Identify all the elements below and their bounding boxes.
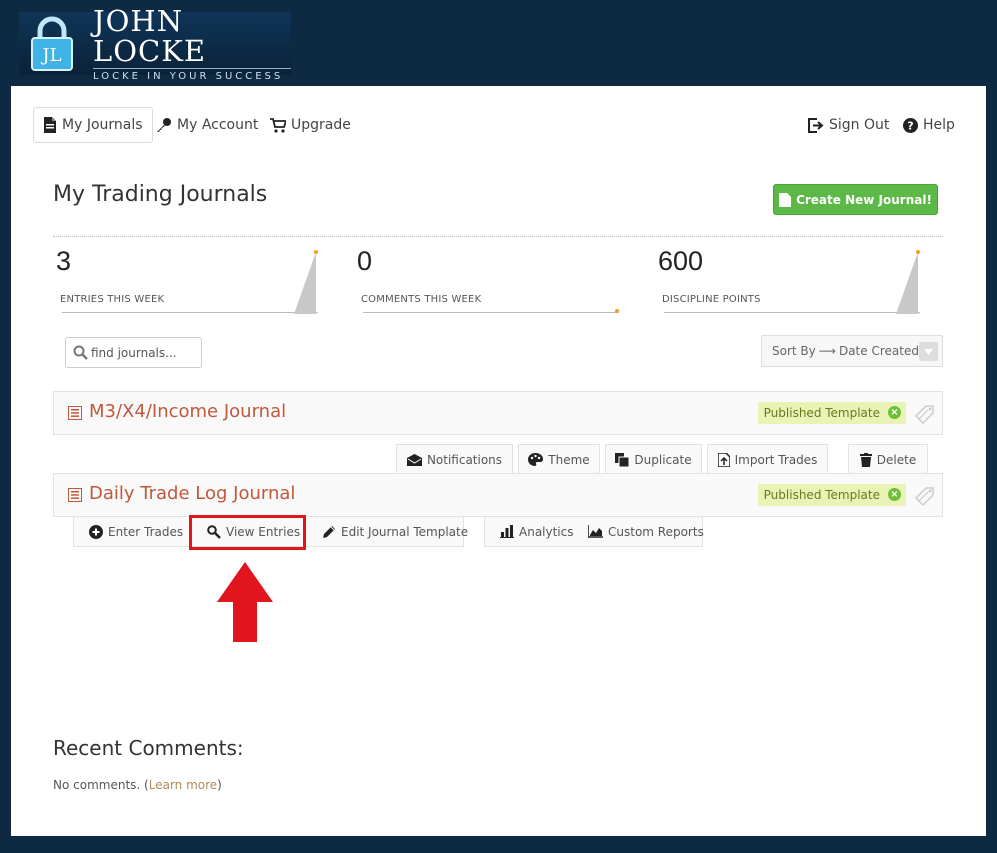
theme-button[interactable]: Theme xyxy=(518,444,600,474)
stat-entries: 3 ENTRIES THIS WEEK xyxy=(56,246,321,314)
padlock-logo-icon: JL xyxy=(23,15,81,73)
new-document-icon xyxy=(779,192,792,207)
stat-label: COMMENTS THIS WEEK xyxy=(361,294,482,305)
journal-row[interactable]: M3/X4/Income Journal Published Template … xyxy=(53,391,943,435)
nav-label: Help xyxy=(923,117,955,133)
palette-icon xyxy=(528,453,544,466)
stat-value: 3 xyxy=(56,246,72,276)
brand-logo[interactable]: JL JOHN LOCKE LOCKE IN YOUR SUCCESS xyxy=(19,6,291,82)
nav-help[interactable]: ? Help xyxy=(894,107,964,143)
delete-button[interactable]: Delete xyxy=(848,444,928,474)
stat-label: DISCIPLINE POINTS xyxy=(662,294,761,305)
view-entries-highlight xyxy=(189,515,306,550)
page-title: My Trading Journals xyxy=(53,182,268,207)
sort-label: Sort By xyxy=(772,344,816,358)
search-input[interactable] xyxy=(91,345,191,360)
brand-tagline: LOCKE IN YOUR SUCCESS xyxy=(93,67,291,82)
svg-text:?: ? xyxy=(907,119,913,132)
duplicate-icon xyxy=(615,452,630,467)
notifications-button[interactable]: Notifications xyxy=(396,444,513,474)
enter-trades-button[interactable]: Enter Trades xyxy=(89,517,183,546)
journal-actions-right: Analytics Custom Reports xyxy=(484,517,704,547)
learn-more-link[interactable]: Learn more xyxy=(149,778,217,792)
journal-row[interactable]: Daily Trade Log Journal Published Templa… xyxy=(53,473,943,517)
stat-sparkline xyxy=(615,309,619,313)
import-trades-button[interactable]: Import Trades xyxy=(707,444,828,474)
edit-template-button[interactable]: Edit Journal Template xyxy=(322,517,468,546)
stat-sparkline xyxy=(294,250,318,314)
nav-label: My Journals xyxy=(62,117,143,133)
search-box xyxy=(65,337,202,368)
sort-value: Date Created xyxy=(838,344,919,358)
svg-text:JL: JL xyxy=(40,45,61,66)
sign-out-icon xyxy=(808,117,824,133)
cart-icon xyxy=(270,117,286,133)
nav-sign-out[interactable]: Sign Out xyxy=(799,107,898,143)
nav-label: Upgrade xyxy=(291,117,351,133)
stat-sparkline xyxy=(896,250,920,314)
line-chart-icon xyxy=(588,525,603,538)
recent-comments-title: Recent Comments: xyxy=(53,736,244,760)
chevron-down-icon xyxy=(919,342,938,361)
sort-dropdown[interactable]: Sort By ⟶ Date Created xyxy=(761,335,943,367)
trash-icon xyxy=(859,452,872,467)
stat-discipline: 600 DISCIPLINE POINTS xyxy=(658,246,923,314)
key-icon xyxy=(157,118,171,132)
recent-comments-text: No comments. (Learn more) xyxy=(53,778,222,792)
search-icon xyxy=(73,345,88,360)
journal-title[interactable]: M3/X4/Income Journal xyxy=(89,401,286,422)
stat-value: 600 xyxy=(658,246,704,276)
create-journal-button[interactable]: Create New Journal! xyxy=(773,184,938,215)
custom-reports-button[interactable]: Custom Reports xyxy=(588,517,704,546)
journal-list-icon xyxy=(68,406,82,420)
red-arrow-up-icon xyxy=(217,562,273,642)
status-badge: Published Template × xyxy=(757,484,906,506)
journal-title[interactable]: Daily Trade Log Journal xyxy=(89,483,295,504)
nav-my-account[interactable]: My Account xyxy=(147,107,267,143)
brand-name: JOHN LOCKE xyxy=(93,3,207,68)
stat-progress-line xyxy=(62,312,318,313)
envelope-icon xyxy=(406,453,422,466)
sort-arrow: ⟶ xyxy=(818,344,836,358)
stat-comments: 0 COMMENTS THIS WEEK xyxy=(357,246,622,314)
bar-chart-icon xyxy=(500,525,514,538)
nav-label: Sign Out xyxy=(829,117,890,133)
import-icon xyxy=(717,452,730,467)
tag-icon[interactable] xyxy=(914,486,936,506)
journal-list-icon xyxy=(68,488,82,502)
stat-value: 0 xyxy=(357,246,373,276)
duplicate-button[interactable]: Duplicate xyxy=(605,444,702,474)
pencil-icon xyxy=(323,525,335,538)
help-icon: ? xyxy=(903,117,918,133)
analytics-button[interactable]: Analytics xyxy=(500,517,574,546)
tag-icon[interactable] xyxy=(914,404,936,424)
close-icon[interactable]: × xyxy=(888,488,901,501)
stat-label: ENTRIES THIS WEEK xyxy=(60,294,165,305)
divider xyxy=(53,236,943,237)
nav-label: My Account xyxy=(177,117,259,133)
document-icon xyxy=(44,117,56,133)
stat-progress-line xyxy=(664,312,920,313)
create-journal-label: Create New Journal! xyxy=(796,192,932,207)
main-panel: My Journals My Account Upgrade Sign Out … xyxy=(11,86,986,836)
stat-progress-line xyxy=(363,312,619,313)
close-icon[interactable]: × xyxy=(888,406,901,419)
nav-my-journals[interactable]: My Journals xyxy=(33,107,153,143)
nav-upgrade[interactable]: Upgrade xyxy=(261,107,360,143)
status-badge: Published Template × xyxy=(757,402,906,424)
plus-circle-icon xyxy=(89,524,103,539)
